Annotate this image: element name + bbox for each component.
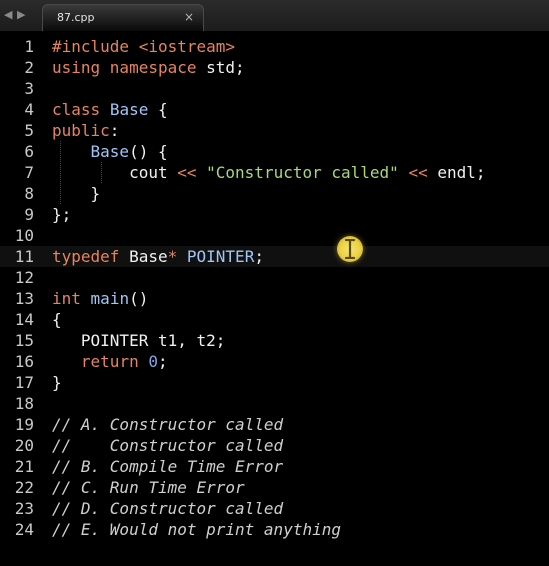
code-token: POINTER [186,247,255,266]
line-number: 10 [14,226,34,245]
tab-title: 87.cpp [57,11,95,24]
line-number: 23 [14,499,34,518]
code-line[interactable]: { [52,309,62,330]
indent-guide [101,162,102,183]
line-number: 3 [24,79,34,98]
code-token: // Constructor called [52,436,284,455]
code-token: << [177,163,197,182]
line-number: 13 [14,289,34,308]
code-line[interactable]: POINTER t1, t2; [52,330,226,351]
code-token: "Constructor called" [206,163,399,182]
line-number: 19 [14,415,34,434]
line-number: 15 [14,331,34,350]
code-token: ; [157,352,168,371]
code-editor[interactable]: 1 #include <iostream> 2 using namespace std… [0,31,549,566]
text-cursor-icon [344,239,356,259]
line-number: 8 [24,184,34,203]
code-line[interactable]: } [52,372,62,393]
code-token: } [52,373,62,392]
line-number: 6 [24,142,34,161]
code-line[interactable]: public: [52,120,119,141]
tab-87-cpp[interactable]: 87.cpp × [42,4,204,31]
code-line[interactable]: // C. Run Time Error [52,477,245,498]
line-number: 1 [24,37,34,56]
line-number: 7 [24,163,34,182]
code-token: // D. Constructor called [52,499,284,518]
code-token: 0 [148,352,158,371]
line-number: 9 [24,205,34,224]
code-line[interactable]: using namespace std; [52,57,245,78]
back-arrow-icon[interactable]: ◀ [4,8,12,22]
code-token: std; [196,58,245,77]
indent-guide [60,141,61,204]
code-token: cout [52,163,178,182]
code-token: // B. Compile Time Error [52,457,284,476]
code-token: endl; [427,163,486,182]
tab-bar: ◀ ▶ 87.cpp × [0,0,549,32]
code-token: class [52,100,101,119]
code-line[interactable]: #include <iostream> [52,36,235,57]
code-token: typedef [52,247,120,266]
code-token: using namespace [52,58,197,77]
code-token: * [167,247,178,266]
line-number: 11 [14,247,34,266]
line-number: 4 [24,100,34,119]
code-token: () [129,289,149,308]
code-token: Base [119,247,168,266]
code-line[interactable]: return 0; [52,351,168,372]
code-token: { [52,310,62,329]
code-token: POINTER t1, t2; [52,331,226,350]
code-token: int [52,289,81,308]
code-token: Base [109,100,149,119]
line-number: 21 [14,457,34,476]
code-line[interactable]: // E. Would not print anything [52,519,341,540]
line-number: 14 [14,310,34,329]
code-token: : [109,121,120,140]
line-number: 12 [14,268,34,287]
code-line[interactable]: // D. Constructor called [52,498,283,519]
code-line[interactable]: }; [52,204,71,225]
code-line[interactable]: // Constructor called [52,435,283,456]
code-line[interactable]: Base() { [52,141,168,162]
line-number: 20 [14,436,34,455]
code-line[interactable]: // B. Compile Time Error [52,456,283,477]
code-token: return [80,352,139,371]
code-token: #include <iostream> [52,37,236,56]
line-number: 2 [24,58,34,77]
line-number: 16 [14,352,34,371]
code-line[interactable]: cout << "Constructor called" << endl; [52,162,486,183]
code-token: }; [52,205,72,224]
line-number: 17 [14,373,34,392]
code-token: // E. Would not print anything [52,520,341,539]
code-token: { [148,100,168,119]
line-number: 24 [14,520,34,539]
line-number: 22 [14,478,34,497]
code-line[interactable]: int main() [52,288,148,309]
line-number: 18 [14,394,34,413]
code-token: public [52,121,110,140]
line-number: 5 [24,121,34,140]
forward-arrow-icon[interactable]: ▶ [17,8,25,22]
code-token: // A. Constructor called [52,415,284,434]
code-token: Base [90,142,130,161]
code-token: ; [254,247,264,266]
code-line[interactable]: class Base { [52,99,168,120]
code-line[interactable]: // A. Constructor called [52,414,283,435]
code-token: main [90,289,130,308]
editor-window: ◀ ▶ 87.cpp × 1 #include <iostream> 2 using … [0,0,549,566]
code-token: () { [129,142,168,161]
code-token: << [408,163,428,182]
code-token: // C. Run Time Error [52,478,245,497]
close-icon[interactable]: × [184,10,194,24]
code-line[interactable]: typedef Base* POINTER; [52,246,264,267]
